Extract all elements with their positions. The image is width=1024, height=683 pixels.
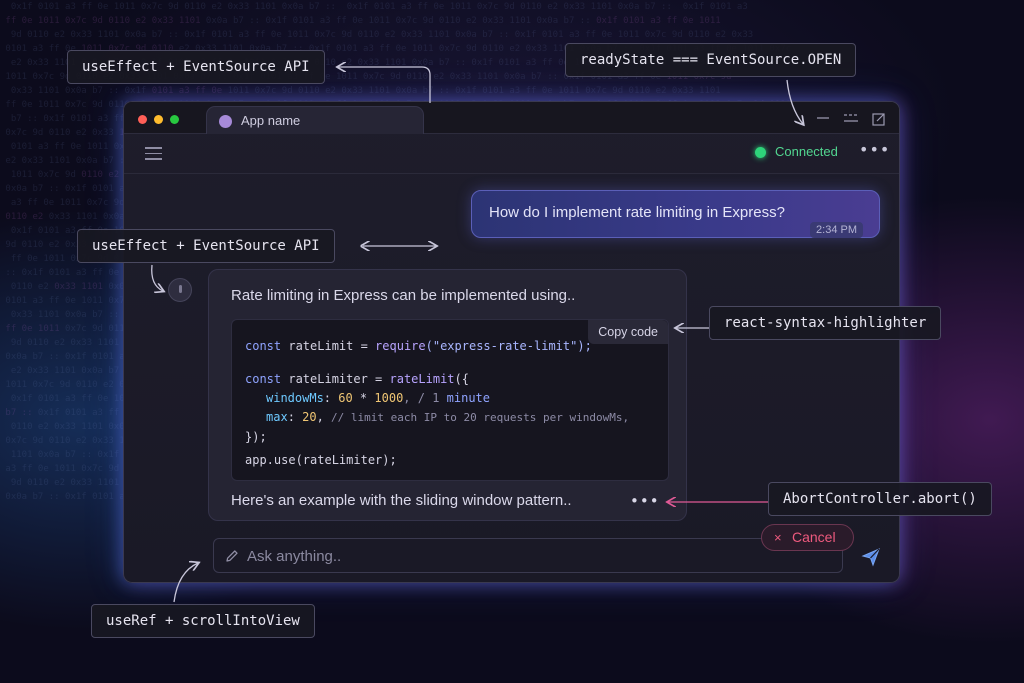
chat-input-bar [213, 538, 843, 573]
annotation-abort: AbortController.abort() [768, 482, 992, 516]
code-block: Copy code const rateLimit = require("exp… [231, 319, 669, 481]
annotation-bottom-left: useRef + scrollIntoView [91, 604, 315, 638]
code-line: }); [245, 430, 267, 444]
layout-icon[interactable] [843, 112, 859, 127]
chat-header: Connected ••• [124, 134, 899, 174]
user-message-bubble: How do I implement rate limiting in Expr… [471, 190, 880, 238]
more-options-icon[interactable]: ••• [859, 140, 890, 159]
typing-indicator: ••• [630, 492, 660, 510]
cancel-button[interactable]: × Cancel [761, 524, 854, 551]
assistant-message-bubble: Rate limiting in Express can be implemen… [208, 269, 687, 521]
annotation-top-left: useEffect + EventSource API [67, 50, 325, 84]
connection-status-label: Connected [775, 144, 838, 159]
close-icon: × [774, 530, 782, 545]
tab-label: App name [241, 113, 301, 128]
annotation-top-right: readyState === EventSource.OPEN [565, 43, 857, 77]
code-line: const rateLimit = require("express-rate-… [245, 339, 592, 353]
user-message-text: How do I implement rate limiting in Expr… [489, 204, 785, 221]
code-line: app.use(rateLimiter); [245, 453, 397, 467]
assistant-followup-text: Here's an example with the sliding windo… [231, 492, 572, 509]
app-icon [219, 115, 232, 128]
popout-icon[interactable] [872, 112, 886, 129]
pencil-icon [226, 550, 238, 562]
copy-code-button[interactable]: Copy code [588, 320, 668, 344]
code-line: windowMs: 60 * 1000, / 1 minute [266, 391, 491, 405]
title-bar: App name [124, 102, 899, 134]
annotation-syntax-highlighter: react-syntax-highlighter [709, 306, 942, 340]
zoom-window-button[interactable] [170, 115, 179, 124]
code-line: const rateLimiter = rateLimit({ [245, 372, 469, 386]
code-line: max: 20, // limit each IP to 20 requests… [266, 410, 630, 424]
minimize-icon[interactable] [816, 112, 830, 126]
assistant-intro-text: Rate limiting in Express can be implemen… [231, 287, 576, 304]
message-timestamp: 2:34 PM [810, 222, 863, 238]
chat-input[interactable] [247, 545, 827, 567]
menu-icon[interactable] [145, 147, 162, 160]
cancel-label: Cancel [792, 529, 836, 545]
assistant-avatar [168, 278, 192, 302]
tab-app[interactable]: App name [206, 106, 424, 134]
connection-status-dot [755, 147, 766, 158]
send-icon[interactable] [861, 547, 881, 567]
annotation-mid-left: useEffect + EventSource API [77, 229, 335, 263]
close-window-button[interactable] [138, 115, 147, 124]
minimize-window-button[interactable] [154, 115, 163, 124]
